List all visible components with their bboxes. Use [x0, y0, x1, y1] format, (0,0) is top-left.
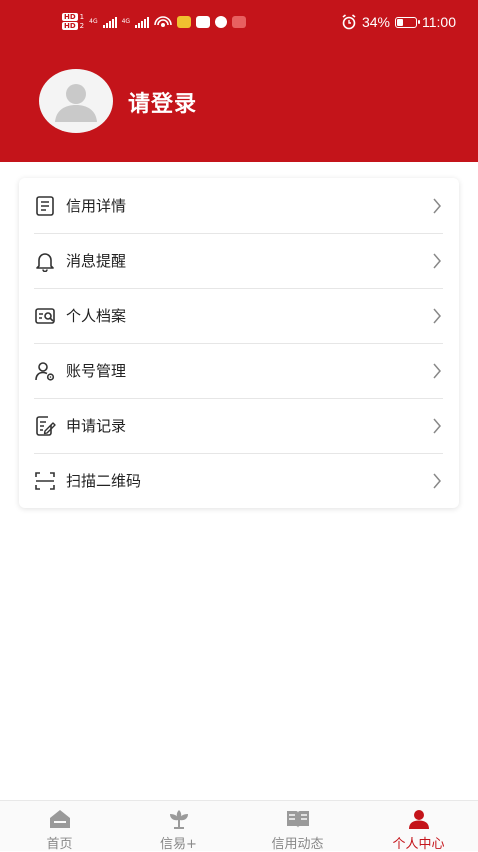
sim-1-number: 1	[79, 13, 85, 21]
user-gear-icon	[35, 361, 55, 381]
menu-item-credit-details[interactable]: 信用详情	[19, 178, 459, 233]
edit-document-icon	[36, 415, 56, 436]
document-list-icon	[36, 195, 54, 216]
app-notification-icon-2	[196, 15, 211, 28]
menu-item-application-records[interactable]: 申请记录	[19, 398, 459, 453]
chevron-right-icon	[433, 363, 441, 378]
menu-item-label: 信用详情	[66, 197, 127, 215]
battery-percent: 34%	[361, 14, 390, 30]
app-notification-icon-3	[215, 15, 228, 28]
battery-icon	[395, 16, 420, 28]
hd-badge-1: HD	[62, 13, 78, 21]
signal-1-icon	[102, 16, 117, 28]
avatar[interactable]	[39, 69, 113, 133]
net-type-1: 4G	[89, 18, 98, 25]
menu-item-label: 申请记录	[66, 417, 127, 435]
home-icon	[49, 810, 70, 828]
menu-card: 信用详情 消息提醒 个人档案 账号管理 申请记录 扫描二维码	[19, 178, 459, 508]
bell-icon	[36, 252, 54, 272]
bottom-tab-bar: 首页 信易+ 信用动态 个人中心	[0, 800, 478, 852]
chevron-right-icon	[433, 253, 441, 268]
menu-item-personal-profile[interactable]: 个人档案	[19, 288, 459, 343]
login-prompt[interactable]: 请登录	[128, 86, 197, 118]
tab-xinyi-plus[interactable]: 信易+	[119, 801, 238, 852]
status-bar-left: HD 1 HD 2 4G 4G	[62, 13, 247, 30]
app-notification-icon-1	[177, 15, 192, 28]
person-icon	[408, 810, 429, 829]
profile-header: HD 1 HD 2 4G 4G 34% 11:00 请登录	[0, 0, 478, 162]
tab-personal-center[interactable]: 个人中心	[359, 801, 478, 852]
tab-label: 信易+	[160, 837, 197, 852]
sim-indicators: HD 1 HD 2	[62, 13, 84, 30]
menu-item-scan-qr-code[interactable]: 扫描二维码	[19, 453, 459, 508]
clock-time: 11:00	[422, 14, 456, 30]
sim-1-indicator: HD 1	[62, 13, 84, 21]
status-bar: HD 1 HD 2 4G 4G 34% 11:00	[0, 0, 478, 48]
sim-2-indicator: HD 2	[62, 22, 84, 30]
default-avatar-icon	[55, 84, 97, 122]
hotspot-icon	[154, 15, 172, 27]
profile-card-icon	[35, 307, 55, 324]
app-notification-icon-4	[232, 15, 247, 28]
menu-item-label: 扫描二维码	[66, 472, 142, 490]
chevron-right-icon	[433, 198, 441, 213]
net-type-2: 4G	[121, 18, 131, 25]
menu-item-account-management[interactable]: 账号管理	[19, 343, 459, 398]
menu-item-label: 个人档案	[66, 307, 127, 325]
hd-badge-2: HD	[62, 22, 78, 30]
alarm-icon	[342, 14, 356, 30]
chevron-right-icon	[433, 308, 441, 323]
book-icon	[286, 811, 309, 828]
chevron-right-icon	[433, 473, 441, 488]
tab-label: 首页	[46, 837, 73, 852]
menu-item-notifications[interactable]: 消息提醒	[19, 233, 459, 288]
status-bar-right: 34% 11:00	[341, 14, 456, 30]
tab-credit-news[interactable]: 信用动态	[238, 801, 357, 852]
tab-label: 信用动态	[271, 837, 324, 852]
sim-2-number: 2	[79, 22, 85, 30]
menu-item-label: 消息提醒	[66, 252, 127, 270]
tab-label: 个人中心	[392, 837, 445, 852]
signal-2-icon	[135, 16, 150, 28]
flower-icon	[169, 810, 188, 829]
scan-icon	[35, 471, 55, 490]
menu-item-label: 账号管理	[66, 362, 127, 380]
tab-home[interactable]: 首页	[0, 801, 119, 852]
chevron-right-icon	[433, 418, 441, 433]
